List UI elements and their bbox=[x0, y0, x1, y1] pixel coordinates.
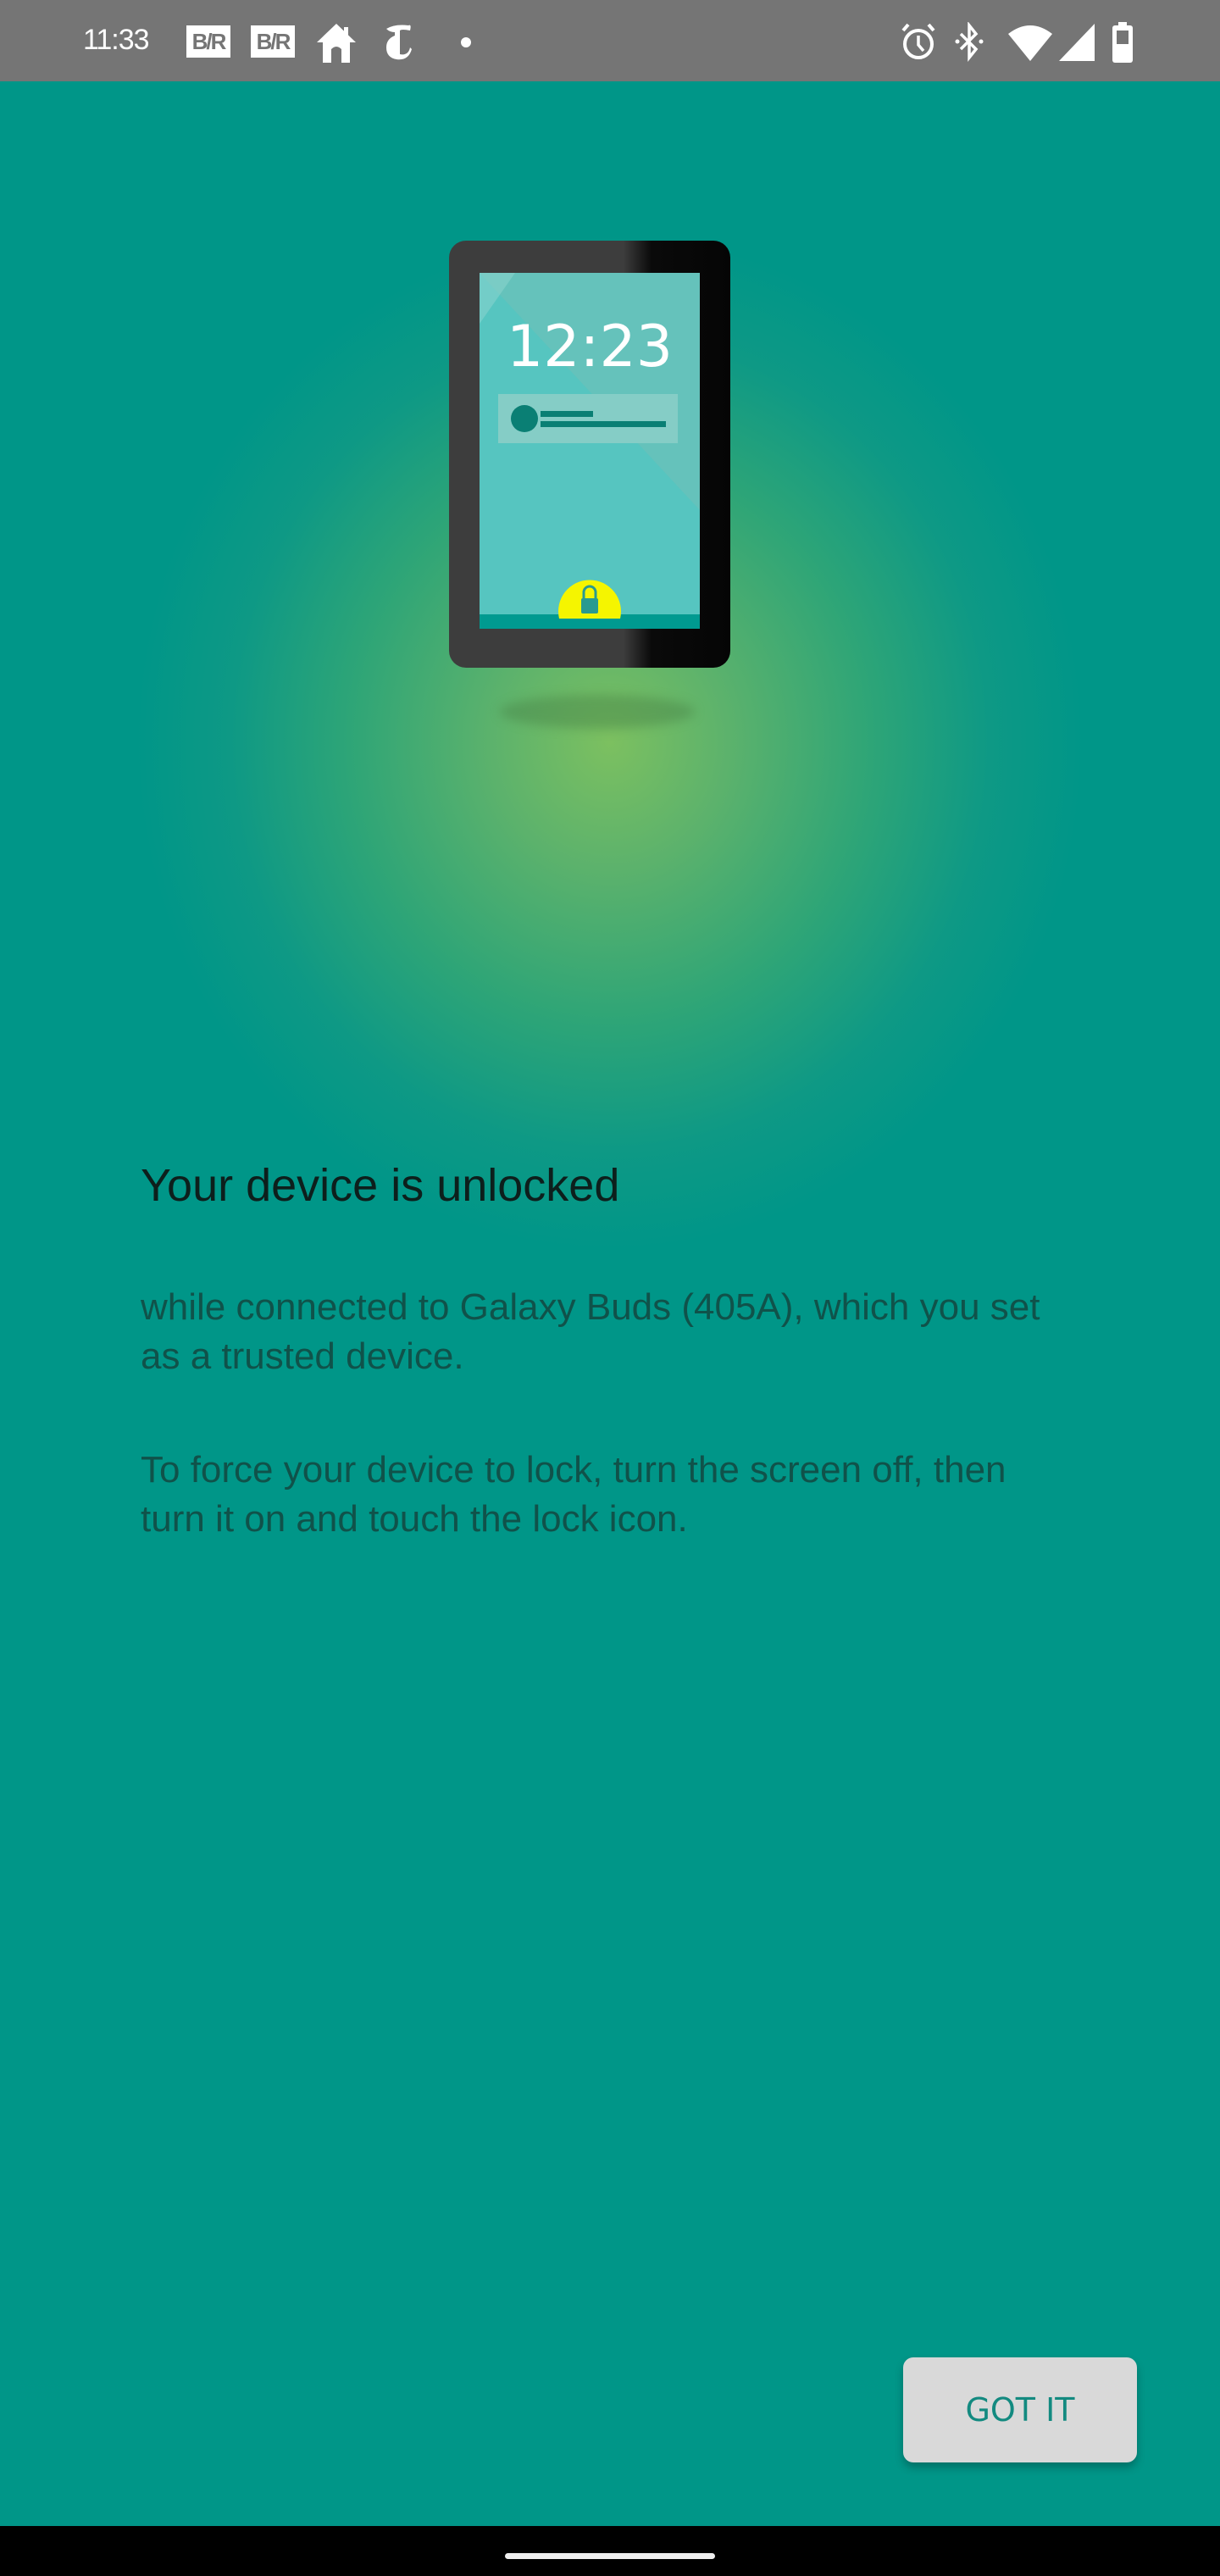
home-icon bbox=[317, 24, 356, 63]
nytimes-icon bbox=[386, 25, 412, 60]
got-it-button[interactable]: GOT IT bbox=[903, 2357, 1137, 2462]
bleacher-report-icon: B/R bbox=[251, 25, 295, 58]
lock-icon bbox=[581, 598, 598, 613]
bleacher-report-icon: B/R bbox=[186, 25, 230, 58]
signal-icon bbox=[1059, 24, 1095, 61]
more-notifications-dot-icon bbox=[461, 37, 471, 47]
bluetooth-icon bbox=[955, 22, 984, 62]
force-lock-instructions: To force your device to lock, turn the s… bbox=[141, 1449, 1006, 1540]
status-bar: 11:33 B/R B/R bbox=[0, 0, 1220, 81]
navigation-bar bbox=[0, 2526, 1220, 2576]
alarm-icon bbox=[901, 23, 935, 59]
notification-avatar bbox=[511, 405, 538, 432]
wifi-icon bbox=[1008, 25, 1052, 61]
lock-screen-clock: 12:23 bbox=[507, 314, 673, 380]
phone-lock-screen-illustration: 12:23 bbox=[449, 241, 730, 668]
home-gesture-handle[interactable] bbox=[505, 2553, 715, 2559]
illustration-shadow bbox=[500, 695, 695, 729]
trusted-device-description: while connected to Galaxy Buds (405A), w… bbox=[141, 1286, 1040, 1377]
status-time: 11:33 bbox=[83, 24, 150, 56]
battery-icon bbox=[1112, 22, 1133, 63]
page-title: Your device is unlocked bbox=[141, 1160, 620, 1211]
